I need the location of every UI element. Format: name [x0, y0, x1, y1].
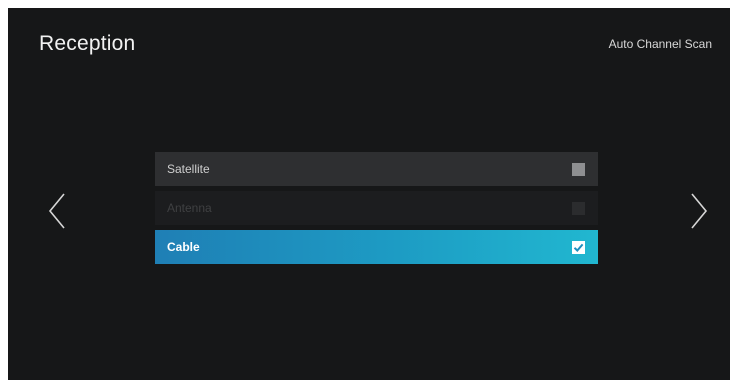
next-button[interactable]	[688, 191, 710, 231]
reception-options-list: Satellite Antenna Cable	[155, 152, 598, 269]
previous-button[interactable]	[46, 191, 68, 231]
page-subtitle: Auto Channel Scan	[608, 37, 712, 51]
checkbox-checked-icon[interactable]	[572, 240, 585, 254]
page-title: Reception	[39, 32, 136, 55]
checkmark-icon	[573, 243, 584, 252]
option-antenna: Antenna	[155, 191, 598, 225]
checkbox-unchecked-icon[interactable]	[572, 162, 585, 176]
option-label: Satellite	[167, 162, 210, 176]
checkbox-disabled-icon	[572, 201, 585, 215]
chevron-left-icon	[48, 193, 65, 229]
option-satellite[interactable]: Satellite	[155, 152, 598, 186]
chevron-right-icon	[691, 193, 708, 229]
option-label: Cable	[167, 240, 200, 254]
option-label: Antenna	[167, 201, 212, 215]
tv-settings-screen: Reception Auto Channel Scan Satellite An…	[8, 8, 730, 380]
option-cable[interactable]: Cable	[155, 230, 598, 264]
